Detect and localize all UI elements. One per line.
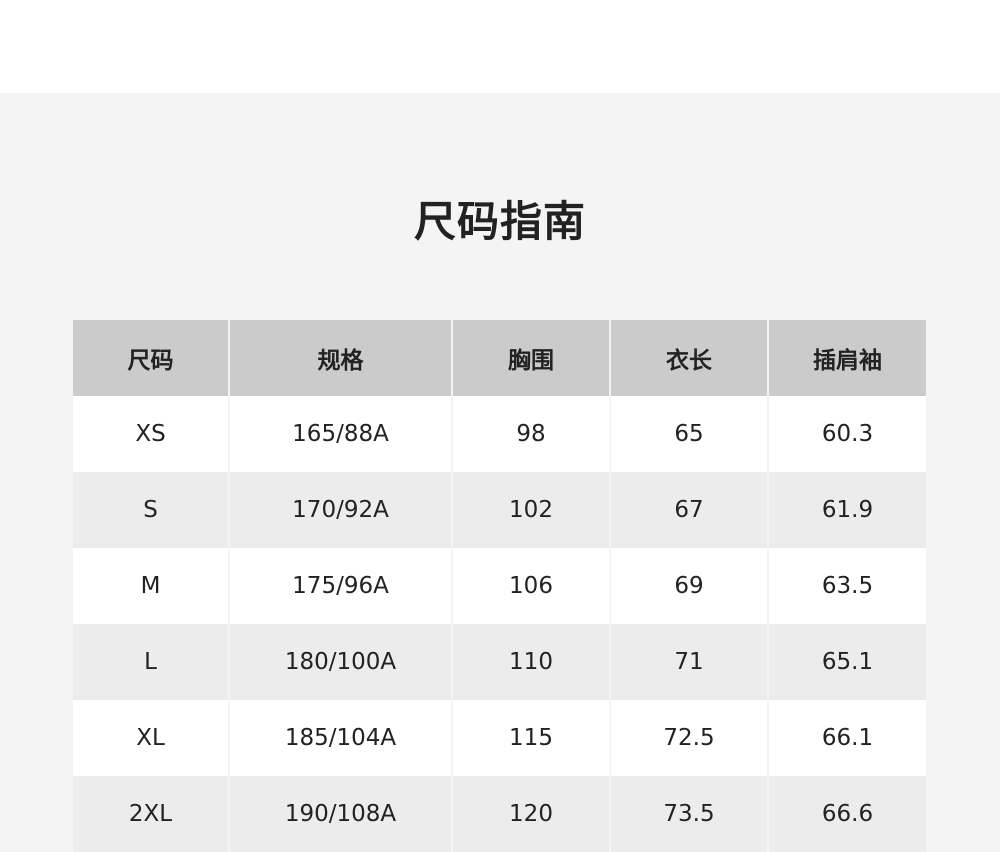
cell-size: 2XL: [73, 776, 229, 852]
cell-size: XL: [73, 700, 229, 776]
header-size: 尺码: [73, 320, 229, 396]
cell-length: 69: [609, 548, 768, 624]
page-title: 尺码指南: [413, 197, 586, 246]
table-row: XS 165/88A 98 65 60.3: [73, 396, 926, 472]
cell-size: S: [73, 472, 229, 548]
cell-chest: 98: [451, 396, 610, 472]
cell-spec: 165/88A: [228, 396, 452, 472]
cell-length: 65: [609, 396, 768, 472]
cell-chest: 102: [451, 472, 610, 548]
cell-spec: 175/96A: [228, 548, 452, 624]
cell-chest: 110: [451, 624, 610, 700]
top-strip: [0, 0, 1000, 93]
cell-chest: 115: [451, 700, 610, 776]
cell-spec: 180/100A: [228, 624, 452, 700]
table-header-row: 尺码 规格 胸围 衣长 插肩袖: [73, 320, 926, 396]
cell-size: XS: [73, 396, 229, 472]
cell-sleeve: 60.3: [767, 396, 926, 472]
header-length: 衣长: [609, 320, 768, 396]
cell-sleeve: 66.1: [767, 700, 926, 776]
table-row: S 170/92A 102 67 61.9: [73, 472, 926, 548]
cell-spec: 190/108A: [228, 776, 452, 852]
cell-length: 73.5: [609, 776, 768, 852]
header-sleeve: 插肩袖: [767, 320, 926, 396]
table-row: 2XL 190/108A 120 73.5 66.6: [73, 776, 926, 852]
table-row: L 180/100A 110 71 65.1: [73, 624, 926, 700]
cell-sleeve: 66.6: [767, 776, 926, 852]
header-chest: 胸围: [451, 320, 610, 396]
cell-spec: 170/92A: [228, 472, 452, 548]
cell-sleeve: 65.1: [767, 624, 926, 700]
table-row: XL 185/104A 115 72.5 66.1: [73, 700, 926, 776]
size-table: 尺码 规格 胸围 衣长 插肩袖 XS 165/88A 98 65 60.3 S …: [73, 320, 926, 852]
cell-size: L: [73, 624, 229, 700]
cell-length: 67: [609, 472, 768, 548]
cell-chest: 120: [451, 776, 610, 852]
cell-chest: 106: [451, 548, 610, 624]
table-row: M 175/96A 106 69 63.5: [73, 548, 926, 624]
cell-length: 71: [609, 624, 768, 700]
cell-sleeve: 63.5: [767, 548, 926, 624]
cell-spec: 185/104A: [228, 700, 452, 776]
cell-length: 72.5: [609, 700, 768, 776]
cell-sleeve: 61.9: [767, 472, 926, 548]
cell-size: M: [73, 548, 229, 624]
header-spec: 规格: [228, 320, 452, 396]
